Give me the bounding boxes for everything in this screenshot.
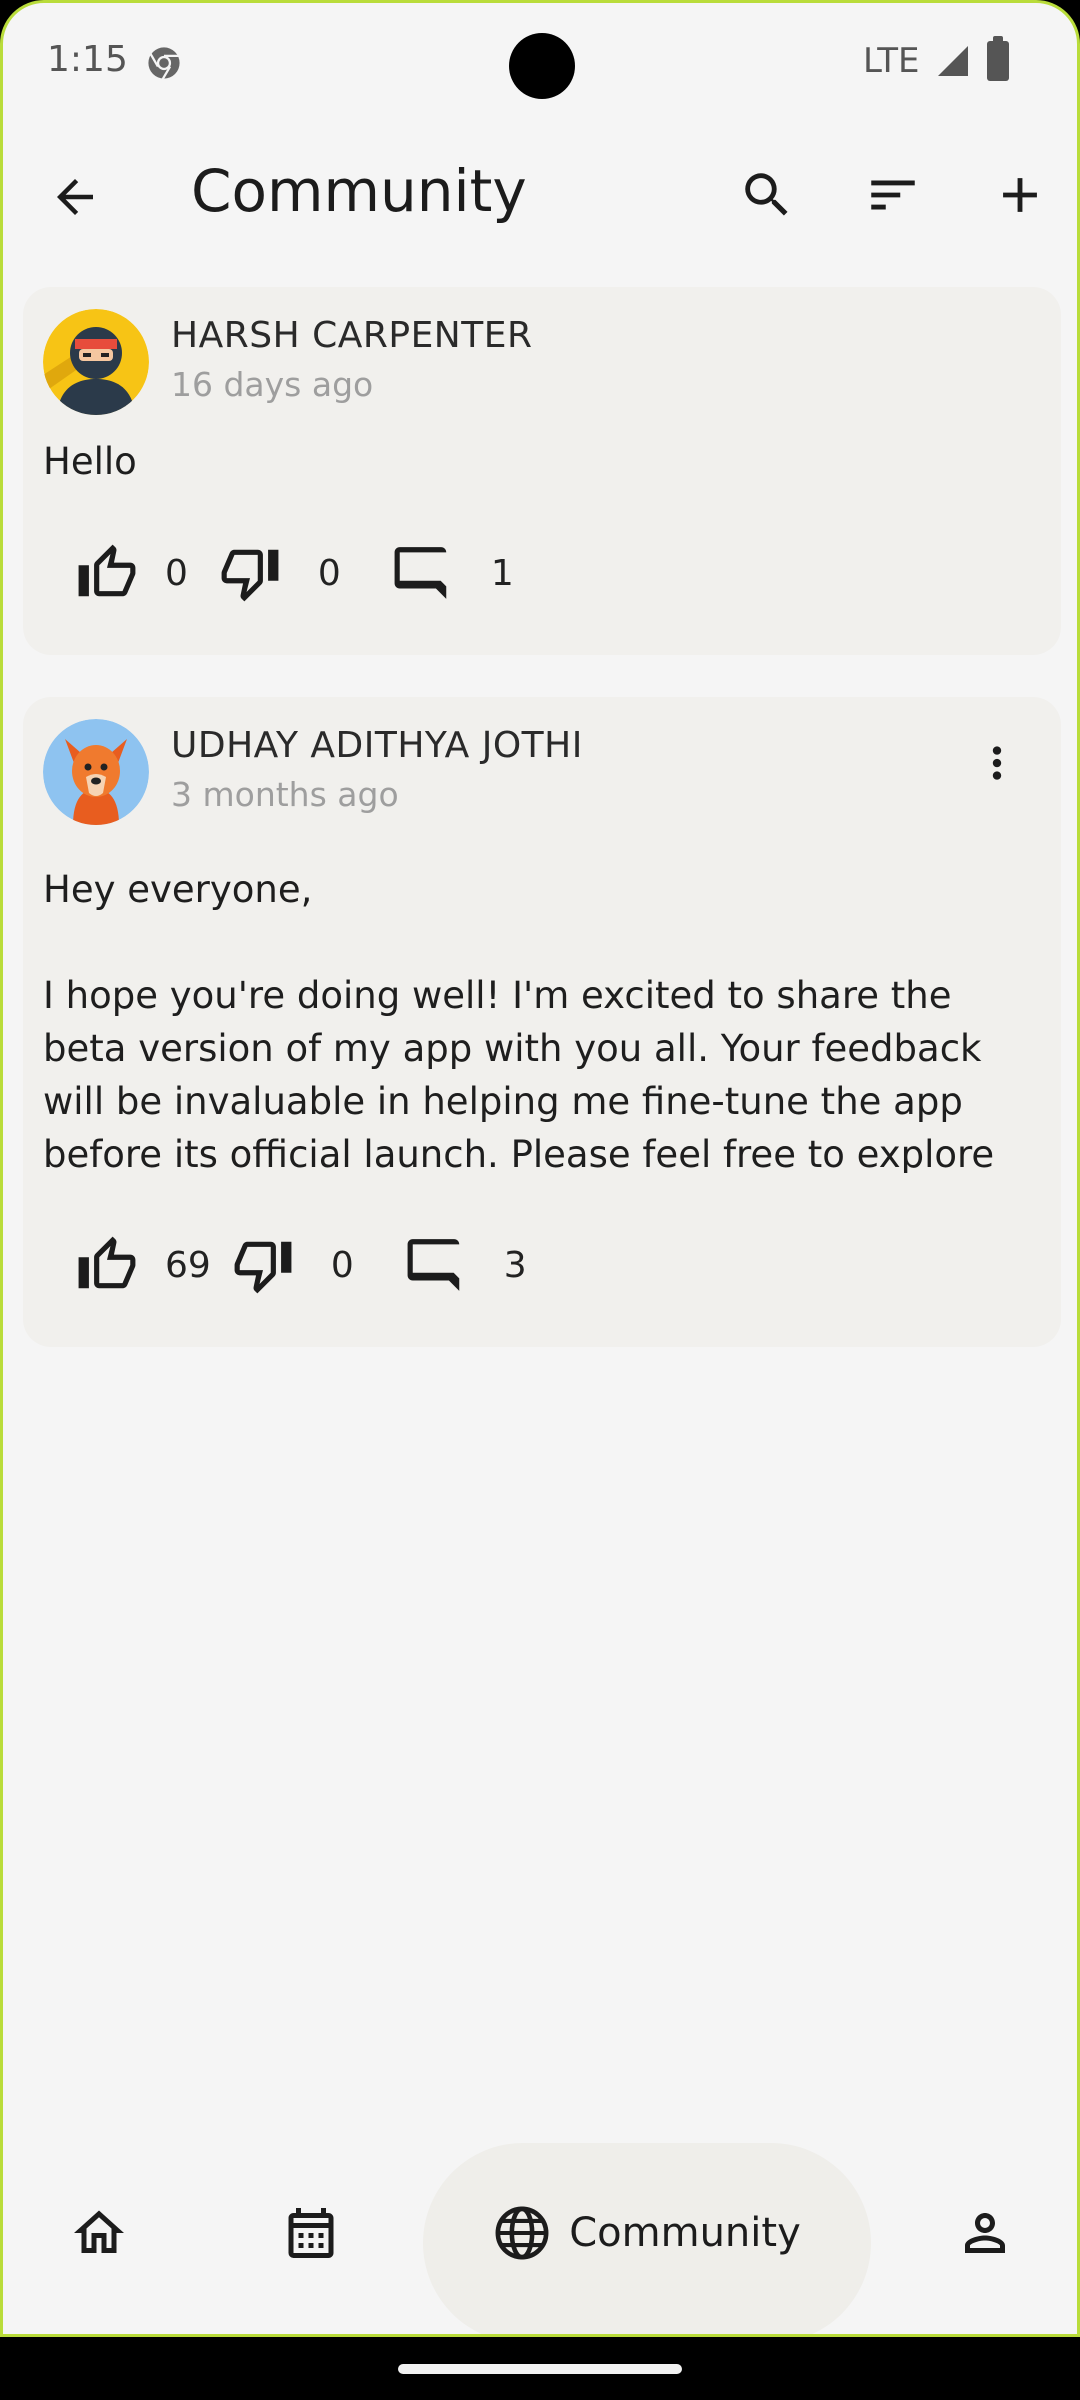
- post-card[interactable]: HARSH CARPENTER 16 days ago Hello 0 0 1: [23, 287, 1061, 655]
- add-post-button[interactable]: [984, 159, 1056, 231]
- nav-home[interactable]: [49, 2133, 149, 2333]
- status-bar: 1:15 LTE: [3, 3, 1077, 123]
- status-time: 1:15: [47, 39, 128, 80]
- person-icon: [965, 2213, 1005, 2253]
- post-card[interactable]: UDHAY ADITHYA JOTHI 3 months ago Hey eve…: [23, 697, 1061, 1347]
- post-text: Hey everyone, I hope you're doing well! …: [43, 868, 995, 1173]
- like-button[interactable]: [75, 541, 139, 605]
- like-button[interactable]: [75, 1233, 139, 1297]
- app-bar: Community: [3, 143, 1077, 253]
- dislike-count: 0: [317, 552, 341, 594]
- comment-count: 1: [490, 552, 514, 594]
- calendar-icon: [288, 2208, 334, 2258]
- post-more-options-button[interactable]: [967, 723, 1027, 803]
- avatar[interactable]: [43, 719, 149, 825]
- comment-icon: [394, 547, 447, 599]
- like-count: 69: [165, 1244, 211, 1286]
- globe-icon: [495, 2206, 549, 2260]
- dislike-count: 0: [330, 1244, 354, 1286]
- chrome-icon: [148, 47, 180, 80]
- signal-icon: [938, 46, 968, 76]
- comment-button[interactable]: [391, 541, 455, 605]
- thumbs-up-icon: [78, 1236, 136, 1289]
- author-name[interactable]: UDHAY ADITHYA JOTHI: [171, 725, 583, 766]
- like-count: 0: [165, 552, 188, 594]
- dislike-button[interactable]: [231, 1233, 295, 1297]
- thumbs-up-icon: [78, 544, 136, 597]
- sort-icon: [871, 180, 915, 210]
- bottom-navigation: Community: [3, 2133, 1077, 2334]
- nav-community-label: Community: [569, 2210, 801, 2256]
- sort-button[interactable]: [857, 159, 929, 231]
- author-name[interactable]: HARSH CARPENTER: [171, 315, 533, 356]
- nav-community[interactable]: Community: [423, 2143, 871, 2334]
- thumbs-down-icon: [221, 549, 279, 602]
- search-button[interactable]: [731, 159, 803, 231]
- post-body: Hey everyone, I hope you're doing well! …: [43, 863, 1033, 1173]
- battery-icon: [987, 36, 1009, 81]
- network-type: LTE: [863, 41, 920, 81]
- avatar[interactable]: [43, 309, 149, 415]
- phone-screen: 1:15 LTE Community HARSH CARPENTER 16 da…: [0, 0, 1080, 2337]
- front-camera: [509, 33, 575, 99]
- dislike-button[interactable]: [218, 541, 282, 605]
- dog-avatar-icon: [43, 719, 149, 825]
- search-icon: [745, 173, 788, 216]
- comment-button[interactable]: [404, 1233, 468, 1297]
- nav-calendar[interactable]: [261, 2133, 361, 2333]
- plus-icon: [1003, 178, 1037, 212]
- post-timestamp: 3 months ago: [171, 775, 399, 814]
- comment-icon: [407, 1239, 459, 1291]
- comment-count: 3: [503, 1244, 527, 1286]
- back-button[interactable]: [39, 161, 111, 233]
- post-timestamp: 16 days ago: [171, 365, 374, 404]
- back-arrow-icon: [57, 179, 93, 215]
- page-title: Community: [191, 157, 527, 225]
- thumbs-down-icon: [234, 1241, 292, 1294]
- ninja-avatar-icon: [43, 309, 149, 415]
- post-text: Hello: [43, 440, 137, 483]
- gesture-handle[interactable]: [398, 2364, 682, 2374]
- more-vert-icon: [992, 746, 1002, 780]
- nav-profile[interactable]: [935, 2133, 1035, 2333]
- post-actions: 0 0 1: [75, 533, 514, 613]
- post-body: Hello: [43, 435, 1033, 495]
- home-icon: [74, 2210, 124, 2253]
- post-actions: 69 0 3: [75, 1225, 527, 1305]
